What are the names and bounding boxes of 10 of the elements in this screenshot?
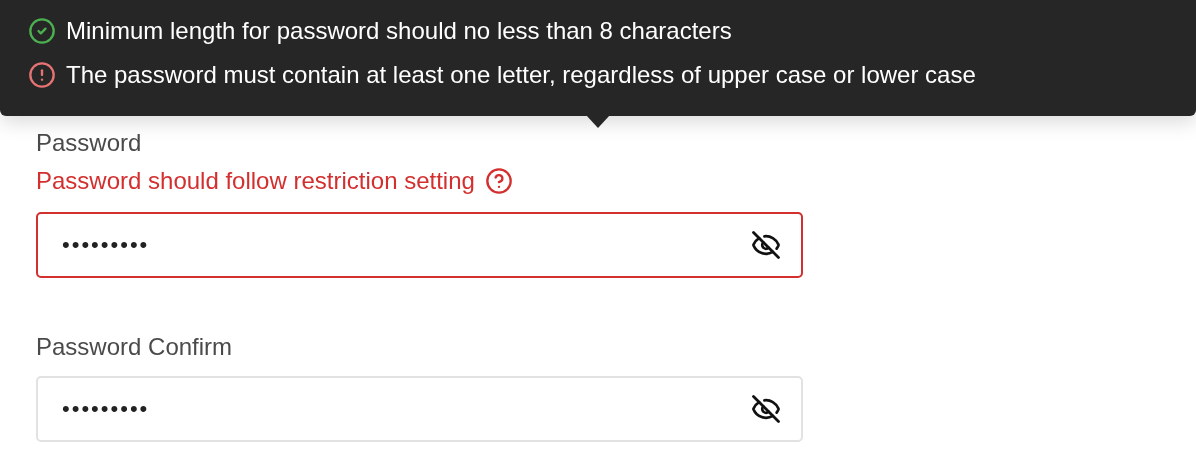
password-field[interactable]: ••••••••• <box>36 376 803 442</box>
field-label: Password <box>36 128 142 158</box>
rule-text: Minimum length for password should no less than 8 characters <box>66 16 732 46</box>
help-icon[interactable] <box>484 167 513 195</box>
field-label: Password Confirm <box>36 332 233 362</box>
error-message: Password should follow restriction setting <box>36 166 475 196</box>
eye-off-icon[interactable] <box>751 394 781 424</box>
eye-off-icon[interactable] <box>751 230 781 260</box>
rule-text: The password must contain at least one letter, regardless of upper case or lower case <box>66 60 976 90</box>
password-field[interactable]: ••••••••• <box>36 212 803 278</box>
